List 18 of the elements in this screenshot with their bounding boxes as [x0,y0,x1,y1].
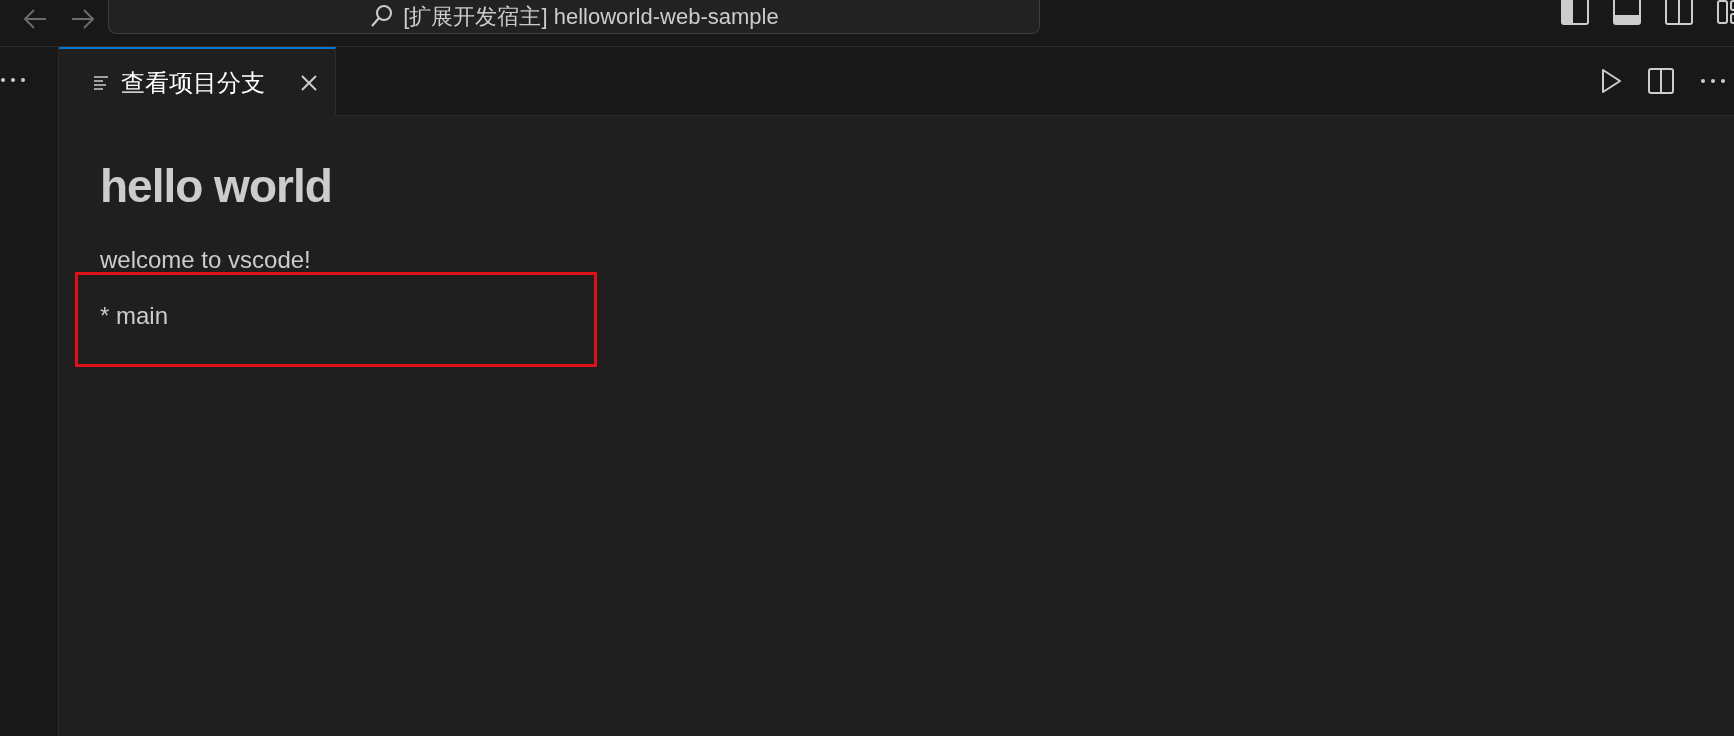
preview-icon [93,74,109,91]
paragraph-text: welcome to vscode! [100,245,311,275]
toggle-secondary-sidebar-icon[interactable] [1664,0,1694,26]
editor-tab[interactable]: 查看项目分支 [59,47,336,116]
paragraph-text: * main [100,301,169,331]
more-icon[interactable] [0,77,26,83]
customize-layout-icon[interactable] [1716,0,1734,26]
back-arrow-icon[interactable] [22,8,48,30]
run-icon[interactable] [1600,68,1622,94]
command-center-text: [扩展开发宿主] helloworld-web-sample [403,2,779,31]
more-actions-icon[interactable] [1700,78,1726,84]
page-heading: hello world [100,159,332,214]
forward-arrow-icon[interactable] [70,8,96,30]
close-icon[interactable] [299,72,319,93]
split-editor-icon[interactable] [1648,68,1674,94]
toggle-primary-sidebar-icon[interactable] [1560,0,1590,26]
command-center[interactable]: [扩展开发宿主] helloworld-web-sample [108,0,1040,34]
toggle-panel-icon[interactable] [1612,0,1642,26]
